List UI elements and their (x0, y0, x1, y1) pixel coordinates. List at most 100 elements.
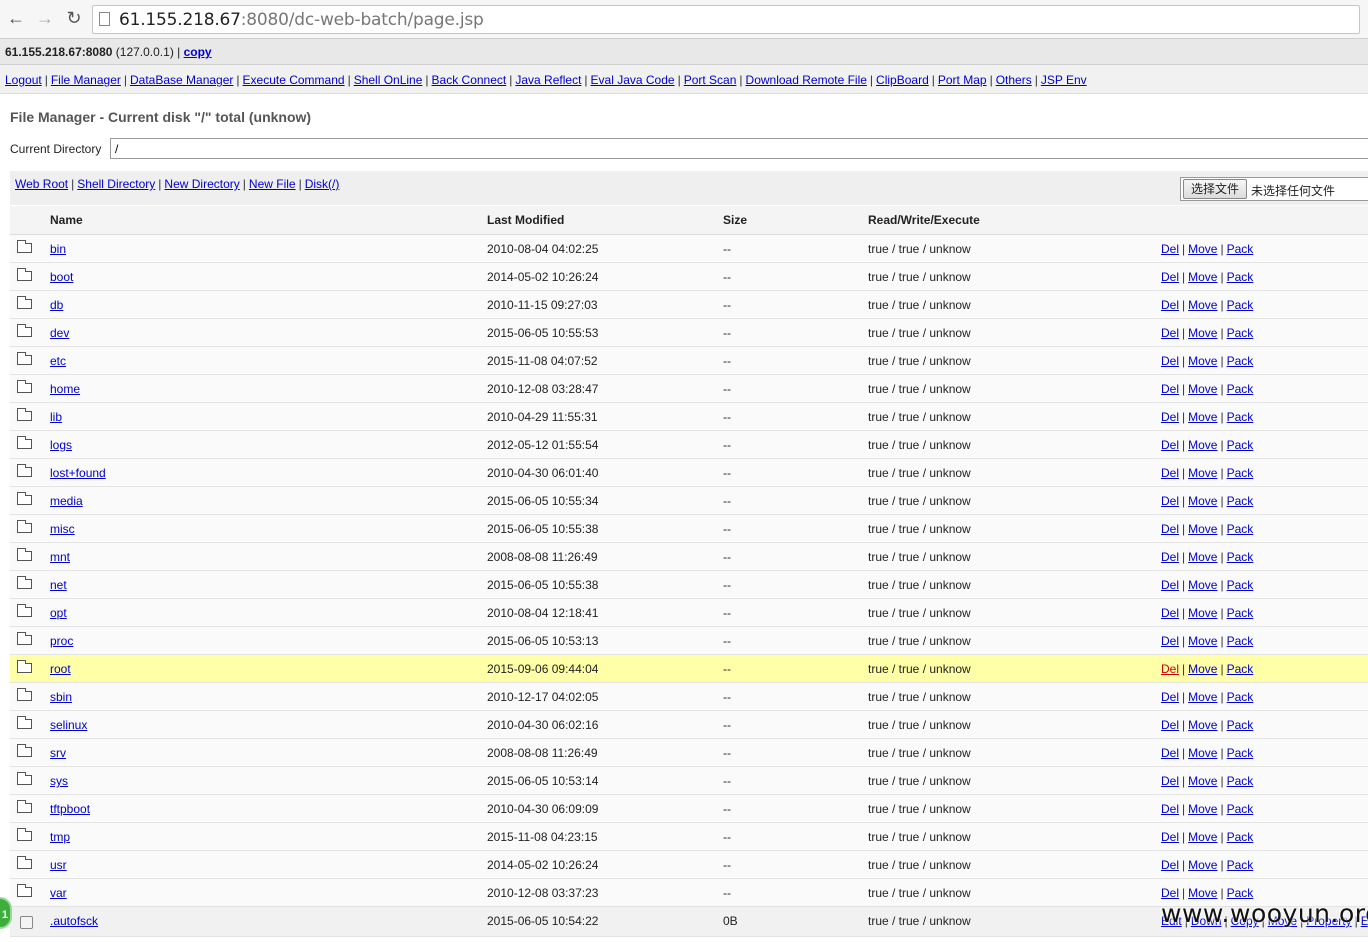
action-del-link[interactable]: Del (1161, 354, 1179, 368)
entry-name-link[interactable]: media (50, 494, 83, 508)
action-pack-link[interactable]: Pack (1227, 550, 1254, 564)
checkbox-icon[interactable] (20, 916, 33, 929)
action-del-link[interactable]: Del (1161, 550, 1179, 564)
action-del-link[interactable]: Del (1161, 802, 1179, 816)
action-move-link[interactable]: Move (1188, 550, 1217, 564)
action-move-link[interactable]: Move (1188, 690, 1217, 704)
entry-name-link[interactable]: bin (50, 242, 66, 256)
menu-clipboard[interactable]: ClipBoard (876, 73, 929, 87)
action-move-link[interactable]: Move (1188, 438, 1217, 452)
action-move-link[interactable]: Move (1188, 718, 1217, 732)
menu-port-scan[interactable]: Port Scan (684, 73, 737, 87)
menu-download-remote-file[interactable]: Download Remote File (746, 73, 867, 87)
action-move-link[interactable]: Move (1188, 858, 1217, 872)
action-move-link[interactable]: Move (1188, 774, 1217, 788)
action-move-link[interactable]: Move (1188, 494, 1217, 508)
entry-name-link[interactable]: tmp (50, 830, 70, 844)
entry-name-link[interactable]: srv (50, 746, 66, 760)
action-del-link[interactable]: Del (1161, 494, 1179, 508)
action-del-link[interactable]: Del (1161, 522, 1179, 536)
action-pack-link[interactable]: Pack (1227, 858, 1254, 872)
menu-eval-java-code[interactable]: Eval Java Code (591, 73, 675, 87)
file-upload[interactable]: 选择文件 未选择任何文件 (1180, 177, 1368, 201)
toolbar-new-file[interactable]: New File (249, 177, 296, 191)
action-move-link[interactable]: Move (1188, 410, 1217, 424)
menu-logout[interactable]: Logout (5, 73, 42, 87)
action-pack-link[interactable]: Pack (1227, 606, 1254, 620)
action-pack-link[interactable]: Pack (1227, 690, 1254, 704)
entry-name-link[interactable]: usr (50, 858, 67, 872)
action-move-link[interactable]: Move (1188, 830, 1217, 844)
menu-jsp-env[interactable]: JSP Env (1041, 73, 1087, 87)
action-del-link[interactable]: Del (1161, 746, 1179, 760)
menu-java-reflect[interactable]: Java Reflect (515, 73, 581, 87)
entry-name-link[interactable]: misc (50, 522, 75, 536)
action-pack-link[interactable]: Pack (1227, 746, 1254, 760)
action-del-link[interactable]: Del (1161, 718, 1179, 732)
back-arrow-icon[interactable]: ← (6, 8, 26, 28)
toolbar-new-directory[interactable]: New Directory (164, 177, 239, 191)
entry-name-link[interactable]: boot (50, 270, 73, 284)
menu-shell-online[interactable]: Shell OnLine (354, 73, 423, 87)
action-pack-link[interactable]: Pack (1227, 634, 1254, 648)
action-move-link[interactable]: Move (1188, 578, 1217, 592)
menu-port-map[interactable]: Port Map (938, 73, 987, 87)
action-pack-link[interactable]: Pack (1227, 886, 1254, 900)
action-del-link[interactable]: Del (1161, 326, 1179, 340)
action-del-link[interactable]: Del (1161, 242, 1179, 256)
entry-name-link[interactable]: opt (50, 606, 67, 620)
action-pack-link[interactable]: Pack (1227, 494, 1254, 508)
entry-name-link[interactable]: logs (50, 438, 72, 452)
menu-others[interactable]: Others (996, 73, 1032, 87)
action-pack-link[interactable]: Pack (1227, 382, 1254, 396)
action-move-link[interactable]: Move (1188, 746, 1217, 760)
action-del-link[interactable]: Del (1161, 634, 1179, 648)
action-move-link[interactable]: Move (1188, 662, 1217, 676)
entry-name-link[interactable]: sbin (50, 690, 72, 704)
action-pack-link[interactable]: Pack (1227, 354, 1254, 368)
forward-arrow-icon[interactable]: → (35, 8, 55, 28)
entry-name-link[interactable]: db (50, 298, 63, 312)
action-del-link[interactable]: Del (1161, 858, 1179, 872)
action-pack-link[interactable]: Pack (1227, 270, 1254, 284)
action-move-link[interactable]: Move (1188, 802, 1217, 816)
action-del-link[interactable]: Del (1161, 298, 1179, 312)
action-del-link[interactable]: Del (1161, 578, 1179, 592)
action-move-link[interactable]: Move (1188, 606, 1217, 620)
action-pack-link[interactable]: Pack (1227, 830, 1254, 844)
menu-file-manager[interactable]: File Manager (51, 73, 121, 87)
toolbar-disk[interactable]: Disk(/) (305, 177, 340, 191)
action-del-link[interactable]: Del (1161, 774, 1179, 788)
entry-name-link[interactable]: sys (50, 774, 68, 788)
action-del-link[interactable]: Del (1161, 830, 1179, 844)
entry-name-link[interactable]: etc (50, 354, 66, 368)
action-move-link[interactable]: Move (1188, 382, 1217, 396)
action-move-link[interactable]: Move (1188, 886, 1217, 900)
menu-execute-command[interactable]: Execute Command (243, 73, 345, 87)
action-move-link[interactable]: Move (1188, 270, 1217, 284)
action-pack-link[interactable]: Pack (1227, 326, 1254, 340)
toolbar-web-root[interactable]: Web Root (15, 177, 68, 191)
entry-name-link[interactable]: root (50, 662, 71, 676)
action-del-link[interactable]: Del (1161, 662, 1179, 676)
row-checkbox[interactable] (17, 915, 33, 929)
action-move-link[interactable]: Move (1188, 522, 1217, 536)
action-move-link[interactable]: Move (1188, 326, 1217, 340)
reload-icon[interactable]: ↻ (64, 8, 84, 28)
menu-database-manager[interactable]: DataBase Manager (130, 73, 233, 87)
action-pack-link[interactable]: Pack (1227, 438, 1254, 452)
entry-name-link[interactable]: dev (50, 326, 69, 340)
action-del-link[interactable]: Del (1161, 410, 1179, 424)
entry-name-link[interactable]: tftpboot (50, 802, 90, 816)
action-move-link[interactable]: Move (1188, 298, 1217, 312)
action-move-link[interactable]: Move (1188, 466, 1217, 480)
entry-name-link[interactable]: mnt (50, 550, 70, 564)
entry-name-link[interactable]: proc (50, 634, 73, 648)
action-pack-link[interactable]: Pack (1227, 410, 1254, 424)
current-directory-input[interactable] (110, 138, 1368, 159)
action-del-link[interactable]: Del (1161, 690, 1179, 704)
action-pack-link[interactable]: Pack (1227, 718, 1254, 732)
action-pack-link[interactable]: Pack (1227, 242, 1254, 256)
entry-name-link[interactable]: selinux (50, 718, 87, 732)
action-move-link[interactable]: Move (1188, 354, 1217, 368)
